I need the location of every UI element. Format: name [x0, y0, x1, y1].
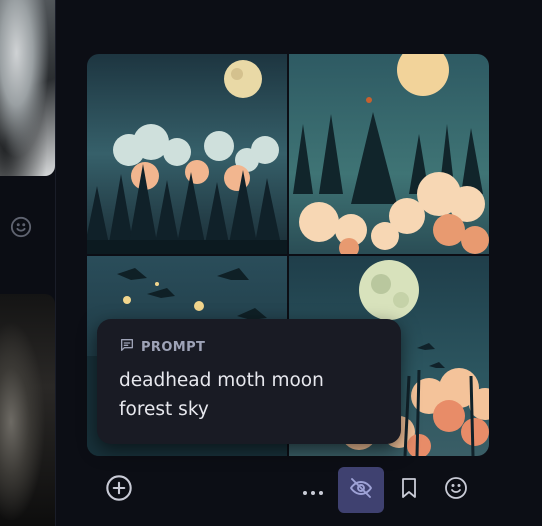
prompt-heading: PROMPT	[119, 338, 205, 356]
smile-icon[interactable]	[10, 216, 32, 238]
eye-off-icon	[349, 476, 373, 504]
hide-button[interactable]	[338, 467, 384, 513]
add-button[interactable]	[104, 475, 134, 505]
more-options-button[interactable]	[300, 476, 326, 504]
plus-circle-icon	[105, 474, 133, 506]
generated-image-2[interactable]	[289, 54, 489, 254]
next-image-thumbnail[interactable]	[0, 294, 55, 526]
smile-icon	[444, 476, 468, 504]
column-divider	[55, 0, 56, 526]
bookmark-button[interactable]	[396, 477, 422, 503]
previous-image-thumbnail[interactable]	[0, 0, 55, 176]
generated-image-1[interactable]	[87, 54, 287, 254]
prompt-tooltip: PROMPT deadhead moth moon forest sky	[97, 319, 401, 444]
bookmark-icon	[400, 477, 418, 503]
more-horizontal-icon	[302, 481, 324, 500]
prompt-heading-label: PROMPT	[141, 339, 206, 355]
message-square-icon	[119, 337, 135, 357]
react-button[interactable]	[443, 477, 469, 503]
prompt-text: deadhead moth moon forest sky	[119, 370, 324, 420]
